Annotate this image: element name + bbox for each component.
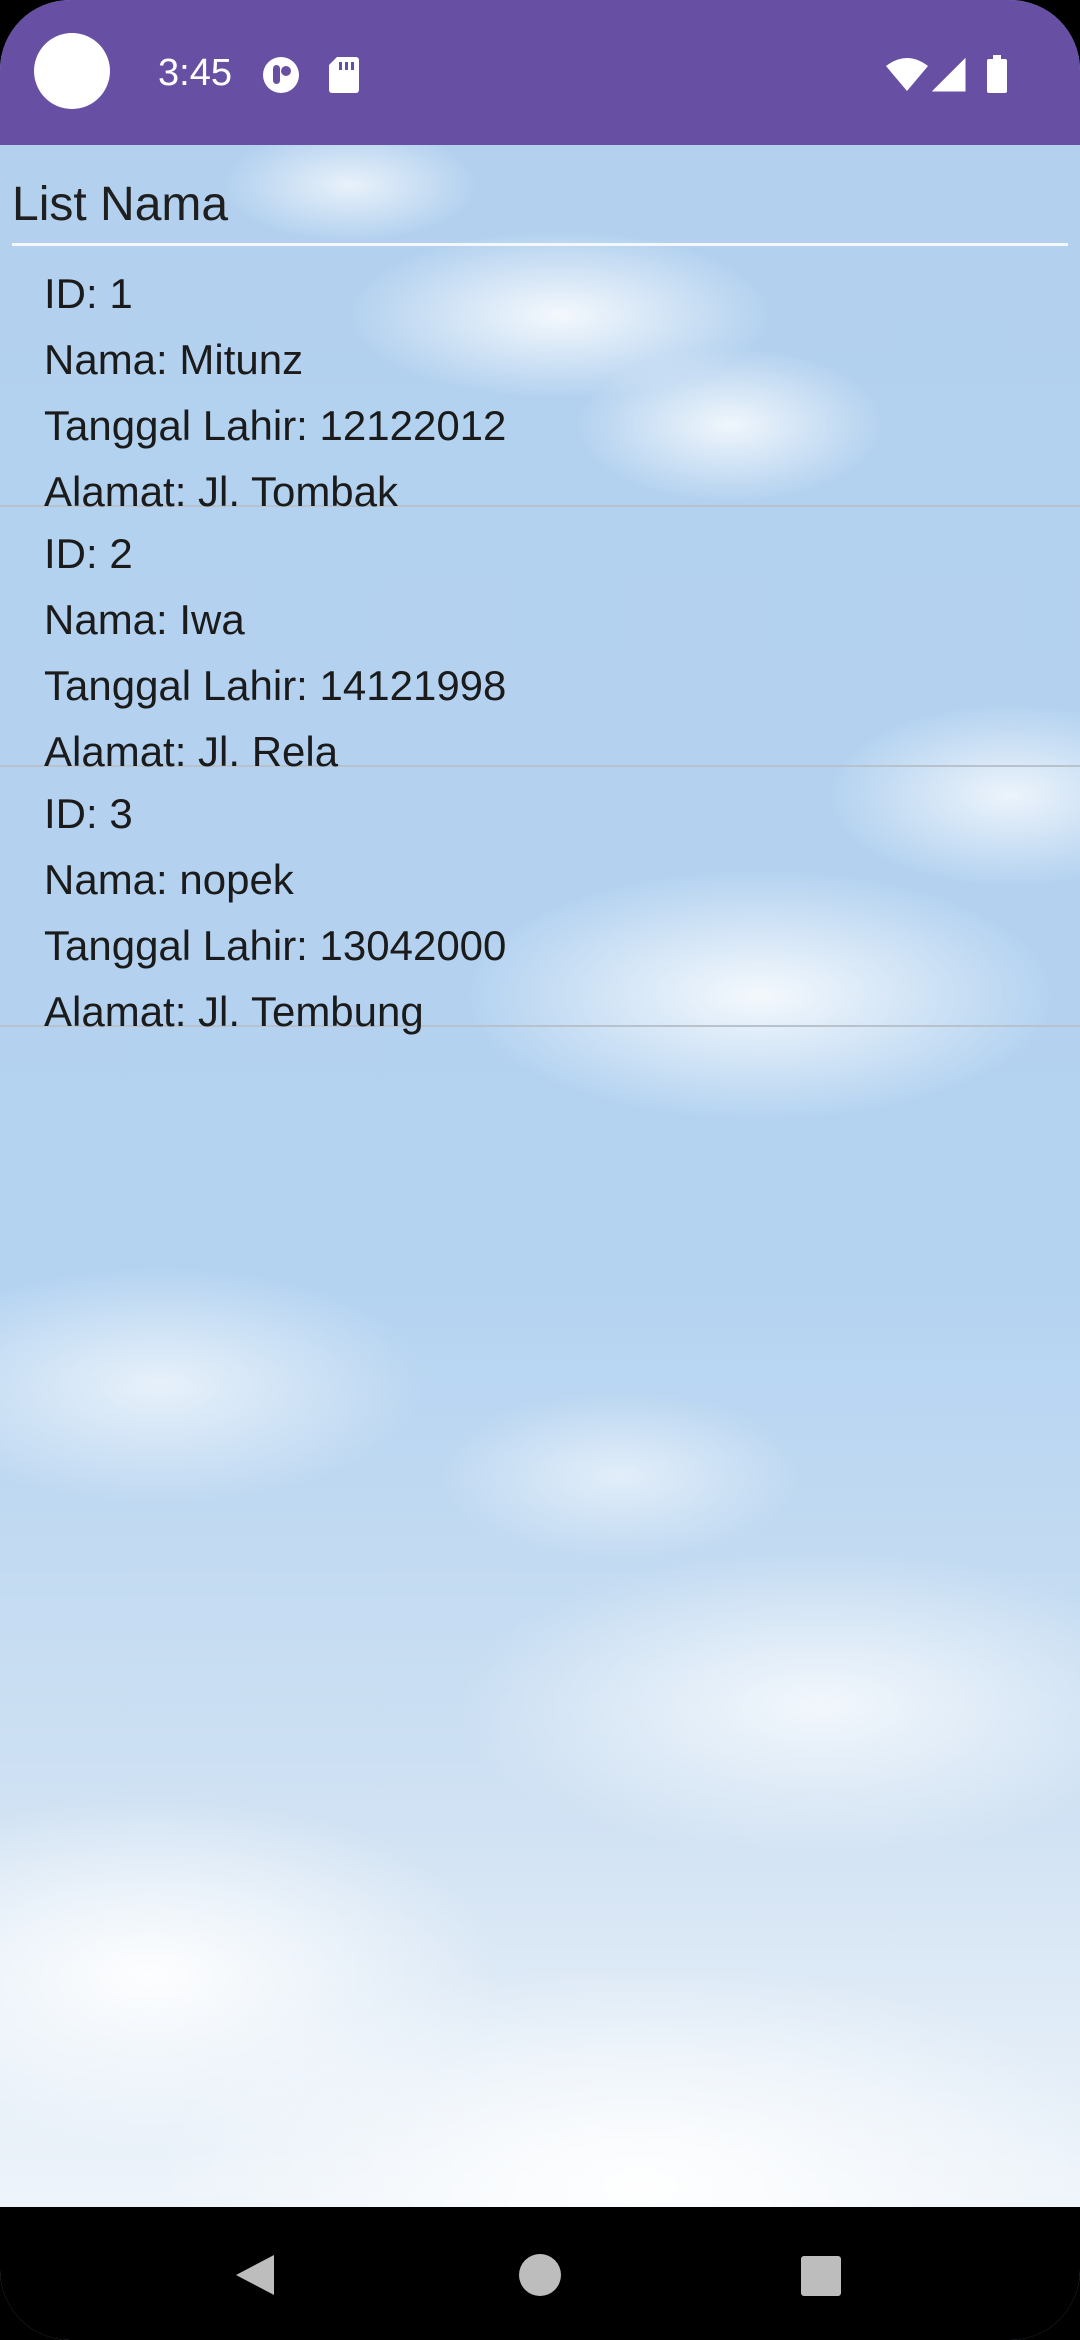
record-id: ID: 2 <box>44 530 133 577</box>
record-tanggal-lahir: Tanggal Lahir: 14121998 <box>44 662 507 709</box>
page-title: List Nama <box>12 178 229 231</box>
signal-icon <box>932 58 966 92</box>
phone-screen: 3:45 List Nama ID: 1 Nama: Mitunz Tangga… <box>0 0 1080 2340</box>
camera-cutout <box>34 33 110 109</box>
list-item[interactable]: ID: 2 Nama: Iwa Tanggal Lahir: 14121998 … <box>0 507 1080 775</box>
recents-icon[interactable] <box>800 2255 842 2297</box>
back-icon[interactable] <box>234 2253 276 2297</box>
record-tanggal-lahir: Tanggal Lahir: 13042000 <box>44 922 507 969</box>
list-item[interactable]: ID: 1 Nama: Mitunz Tanggal Lahir: 121220… <box>0 247 1080 515</box>
home-icon[interactable] <box>518 2253 562 2297</box>
name-list[interactable]: ID: 1 Nama: Mitunz Tanggal Lahir: 121220… <box>0 247 1080 1035</box>
record-id: ID: 1 <box>44 270 133 317</box>
podcast-icon <box>263 57 299 93</box>
title-divider <box>12 243 1068 246</box>
status-time: 3:45 <box>158 52 232 94</box>
wifi-icon <box>886 58 928 91</box>
sd-card-icon <box>329 57 359 93</box>
record-nama: Nama: nopek <box>44 856 294 903</box>
record-nama: Nama: Iwa <box>44 596 245 643</box>
battery-icon <box>987 55 1007 93</box>
navigation-bar <box>0 2207 1080 2340</box>
list-item[interactable]: ID: 3 Nama: nopek Tanggal Lahir: 1304200… <box>0 767 1080 1035</box>
record-nama: Nama: Mitunz <box>44 336 304 383</box>
status-bar: 3:45 <box>0 0 1080 145</box>
list-screen: List Nama ID: 1 Nama: Mitunz Tanggal Lah… <box>0 145 1080 2207</box>
record-id: ID: 3 <box>44 790 133 837</box>
record-tanggal-lahir: Tanggal Lahir: 12122012 <box>44 402 507 449</box>
record-alamat: Alamat: Jl. Tembung <box>44 988 424 1035</box>
